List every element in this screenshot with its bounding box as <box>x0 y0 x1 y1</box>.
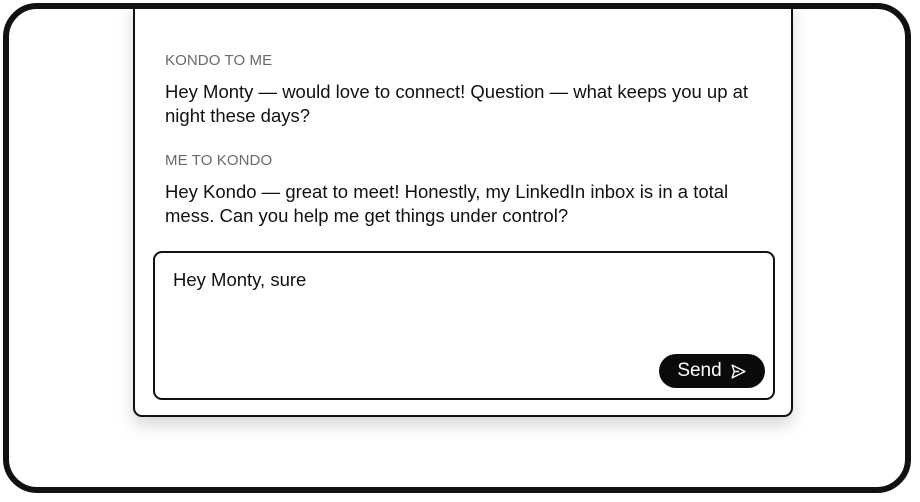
message-sender: KONDO TO ME <box>165 52 273 69</box>
send-button-label: Send <box>677 360 722 381</box>
reply-draft-text[interactable]: Hey Monty, sure <box>173 268 306 292</box>
message-body: Hey Monty — would love to connect! Quest… <box>165 81 749 126</box>
device-frame: KONDO TO ME Hey Monty — would love to co… <box>3 3 911 493</box>
send-icon <box>731 363 746 379</box>
send-button[interactable]: Send <box>659 354 765 388</box>
message-sender: ME TO KONDO <box>165 152 273 169</box>
chat-panel: KONDO TO ME Hey Monty — would love to co… <box>133 9 793 417</box>
reply-composer[interactable]: Hey Monty, sure Send <box>153 251 775 400</box>
message-item: ME TO KONDO Hey Kondo — great to meet! H… <box>165 152 765 228</box>
message-body: Hey Kondo — great to meet! Honestly, my … <box>165 181 729 226</box>
message-item: KONDO TO ME Hey Monty — would love to co… <box>165 52 765 128</box>
